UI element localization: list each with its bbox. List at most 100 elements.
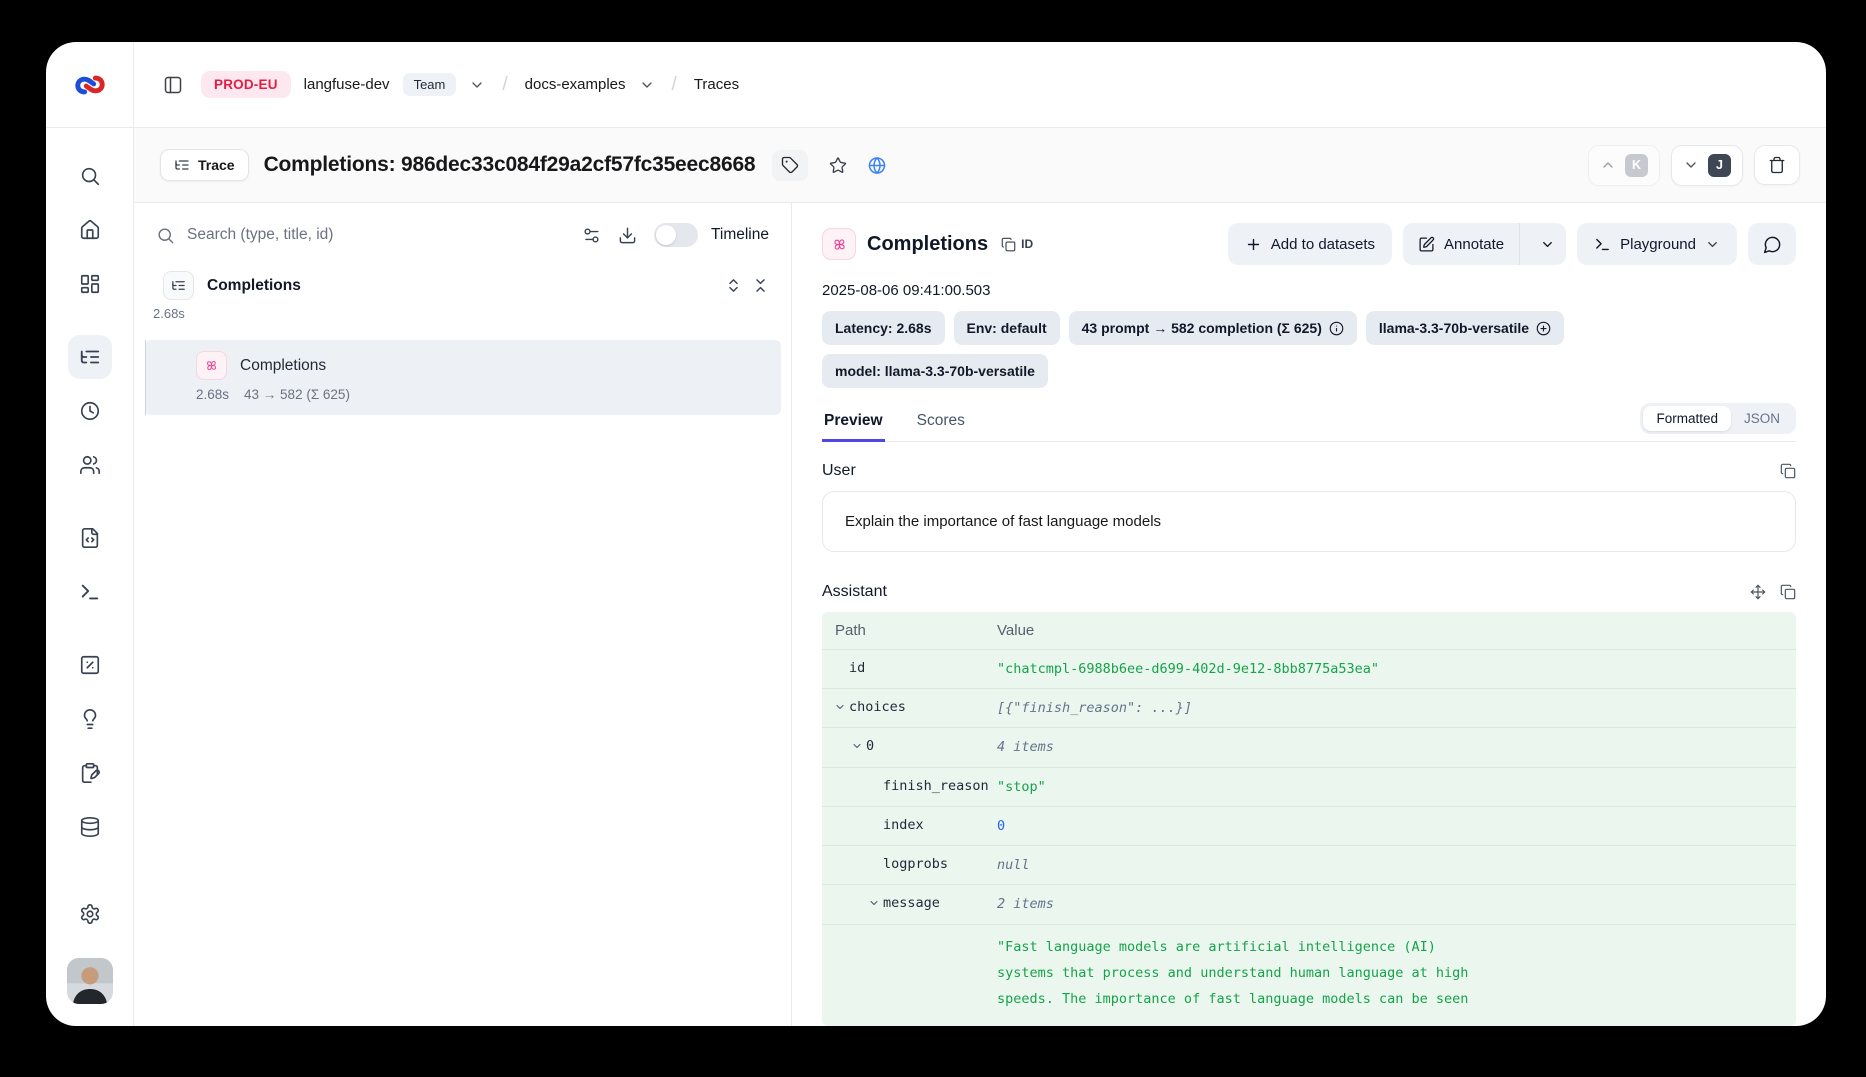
sidebar-item-users[interactable] xyxy=(68,443,112,487)
table-row[interactable]: 04 items xyxy=(822,728,1796,767)
annotate-button[interactable]: Annotate xyxy=(1403,223,1520,265)
generation-icon xyxy=(204,358,219,373)
filter-settings-button[interactable] xyxy=(582,226,601,245)
table-row[interactable]: message2 items xyxy=(822,885,1796,924)
search-input[interactable] xyxy=(187,226,565,244)
format-formatted-button[interactable]: Formatted xyxy=(1643,406,1731,431)
generation-type-badge xyxy=(822,228,856,260)
metadata-chip-label: Latency: 2.68s xyxy=(835,320,932,336)
annotate-dropdown-button[interactable] xyxy=(1529,223,1566,265)
sidebar-item-annotations[interactable] xyxy=(68,751,112,795)
path-text: 0 xyxy=(866,738,874,754)
add-to-datasets-button[interactable]: Add to datasets xyxy=(1228,223,1392,265)
expand-view-icon[interactable] xyxy=(1750,584,1766,600)
path-text: message xyxy=(883,895,940,911)
breadcrumb-org[interactable]: langfuse-dev xyxy=(304,76,390,93)
collapse-all-icon[interactable] xyxy=(752,277,769,294)
generation-node-badge xyxy=(196,351,227,380)
download-icon xyxy=(618,226,637,245)
playground-button[interactable]: Playground xyxy=(1577,223,1737,265)
shortcut-key-j: J xyxy=(1708,154,1731,177)
trash-icon xyxy=(1768,156,1786,174)
sidebar-item-tracing[interactable] xyxy=(68,335,112,379)
tree-observation-row-selected[interactable]: Completions 2.68s 43 → 582 (Σ 625) xyxy=(145,340,781,415)
panel-left-icon xyxy=(163,75,183,95)
nav-next-button[interactable]: J xyxy=(1671,145,1743,186)
table-cell-path xyxy=(822,925,997,945)
chevron-down-icon xyxy=(469,77,485,93)
format-json-button[interactable]: JSON xyxy=(1731,406,1793,431)
org-type-badge: Team xyxy=(403,73,457,96)
row-collapse-chevron-icon[interactable] xyxy=(851,740,866,752)
plus-circle-icon[interactable] xyxy=(1536,321,1551,336)
search-icon xyxy=(79,165,101,187)
add-to-datasets-label: Add to datasets xyxy=(1271,236,1375,253)
bookmark-star-button[interactable] xyxy=(829,156,847,174)
public-share-button[interactable] xyxy=(868,156,886,174)
metadata-chip[interactable]: Latency: 2.68s xyxy=(822,311,945,345)
observation-timestamp: 2025-08-06 09:41:00.503 xyxy=(822,282,1796,299)
info-icon[interactable] xyxy=(1329,321,1344,336)
sidebar-item-settings[interactable] xyxy=(68,892,112,936)
terminal-icon xyxy=(1594,236,1611,253)
message-bubble-icon xyxy=(1763,235,1782,254)
metadata-chip-label: 43 prompt → 582 completion (Σ 625) xyxy=(1082,320,1322,336)
user-message-card: Explain the importance of fast language … xyxy=(822,491,1796,552)
sidebar-item-search[interactable] xyxy=(68,154,112,198)
copy-icon[interactable] xyxy=(1780,584,1796,600)
metadata-chip[interactable]: model: llama-3.3-70b-versatile xyxy=(822,354,1048,388)
table-header-value: Value xyxy=(997,622,1796,639)
tree-root-latency: 2.68s xyxy=(134,300,791,321)
sidebar-item-insights[interactable] xyxy=(68,697,112,741)
comments-button[interactable] xyxy=(1748,223,1796,265)
breadcrumb-page[interactable]: Traces xyxy=(694,76,739,93)
sidebar-toggle-button[interactable] xyxy=(158,70,188,100)
timeline-toggle[interactable] xyxy=(654,223,698,247)
breadcrumb: PROD-EU langfuse-dev Team / docs-example… xyxy=(134,42,1826,127)
metadata-chip[interactable]: 43 prompt → 582 completion (Σ 625) xyxy=(1069,311,1357,345)
metadata-chip[interactable]: llama-3.3-70b-versatile xyxy=(1366,311,1564,345)
tree-root-row[interactable]: Completions xyxy=(134,261,791,300)
logo-area xyxy=(46,42,134,127)
detail-tabs: Preview Scores Formatted JSON xyxy=(822,403,1796,442)
observation-tree-panel: Timeline Completions 2.68s xyxy=(134,203,792,1026)
assistant-output-table: Path Value id"chatcmpl-6988b6ee-d699-402… xyxy=(822,612,1796,1026)
tag-button[interactable] xyxy=(772,150,808,181)
square-pen-icon xyxy=(1418,236,1435,253)
org-switcher-chevron[interactable] xyxy=(469,77,485,93)
sidebar-item-dashboard[interactable] xyxy=(68,262,112,306)
project-switcher-chevron[interactable] xyxy=(639,77,655,93)
metadata-chip[interactable]: Env: default xyxy=(954,311,1060,345)
evals-icon xyxy=(79,654,101,676)
user-avatar[interactable] xyxy=(67,958,113,1004)
sidebar-item-evals[interactable] xyxy=(68,643,112,687)
sidebar-item-playground[interactable] xyxy=(68,570,112,614)
row-collapse-chevron-icon[interactable] xyxy=(834,701,849,713)
sidebar-item-datasets[interactable] xyxy=(68,805,112,849)
insights-icon xyxy=(79,708,101,730)
nav-previous-button[interactable]: K xyxy=(1588,145,1660,186)
sidebar-item-home[interactable] xyxy=(68,208,112,252)
sidebar-item-prompts[interactable] xyxy=(68,516,112,560)
sidebar-rail xyxy=(46,128,134,1026)
format-toggle: Formatted JSON xyxy=(1640,403,1796,434)
table-cell-path: choices xyxy=(822,689,997,725)
globe-icon xyxy=(868,156,886,175)
row-collapse-chevron-icon[interactable] xyxy=(868,897,883,909)
annotate-split-button: Annotate xyxy=(1403,223,1566,265)
chevron-down-icon xyxy=(1540,237,1555,252)
trace-header: Trace Completions: 986dec33c084f29a2cf57… xyxy=(134,128,1826,203)
trace-type-badge: Trace xyxy=(160,149,249,181)
sidebar-item-sessions[interactable] xyxy=(68,389,112,433)
expand-all-icon[interactable] xyxy=(725,277,742,294)
download-button[interactable] xyxy=(618,226,637,245)
tree-observation-latency: 2.68s xyxy=(196,387,229,402)
shortcut-key-k: K xyxy=(1625,154,1648,177)
copy-icon[interactable] xyxy=(1780,463,1796,479)
table-row[interactable]: choices[{"finish_reason": ...}] xyxy=(822,689,1796,728)
breadcrumb-project[interactable]: docs-examples xyxy=(525,76,626,93)
delete-trace-button[interactable] xyxy=(1754,145,1800,185)
tab-preview[interactable]: Preview xyxy=(822,406,885,442)
tab-scores[interactable]: Scores xyxy=(915,406,967,441)
copy-id-button[interactable]: ID xyxy=(1001,237,1033,252)
